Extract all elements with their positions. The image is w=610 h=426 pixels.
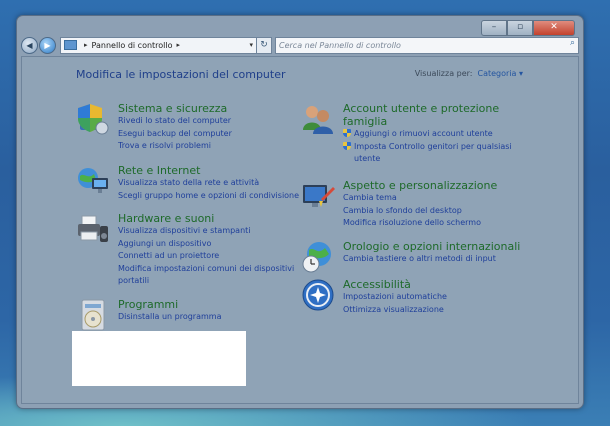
clock-globe-icon xyxy=(302,242,331,273)
link-auto-settings[interactable]: Impostazioni automatiche xyxy=(343,291,447,304)
printer-speaker-icon xyxy=(78,215,108,242)
view-by-dropdown[interactable]: Categoria ▾ xyxy=(478,69,524,78)
link-add-device[interactable]: Aggiungi un dispositivo xyxy=(118,238,294,251)
link-review-status[interactable]: Rivedi lo stato del computer xyxy=(118,115,232,128)
breadcrumb-control-panel[interactable]: Pannello di controllo xyxy=(92,41,173,50)
back-button[interactable]: ◀ xyxy=(21,36,38,54)
category-appearance: Aspetto e personalizzazione Cambia tema … xyxy=(301,179,497,230)
users-icon xyxy=(303,106,333,134)
breadcrumb-arrow-icon: ▸ xyxy=(84,41,88,49)
category-title[interactable]: Orologio e opzioni internazionali xyxy=(343,240,520,253)
page-title: Modifica le impostazioni del computer xyxy=(76,68,286,81)
navigation-bar: ◀ ▶ ▸ Pannello di controllo ▸ ▾ ↻ Cerca … xyxy=(21,36,579,54)
link-mobility-settings-cont[interactable]: portatili xyxy=(118,275,294,288)
category-title[interactable]: Sistema e sicurezza xyxy=(118,102,232,115)
refresh-button[interactable]: ↻ xyxy=(257,36,272,54)
breadcrumb-arrow-icon[interactable]: ▸ xyxy=(177,41,181,49)
link-optimize-display[interactable]: Ottimizza visualizzazione xyxy=(343,304,447,317)
link-change-theme[interactable]: Cambia tema xyxy=(343,192,497,205)
monitor-brush-icon xyxy=(303,185,335,207)
link-backup[interactable]: Esegui backup del computer xyxy=(118,128,232,141)
link-add-remove-accounts[interactable]: Aggiungi o rimuovi account utente xyxy=(343,128,512,141)
programs-highlight xyxy=(72,331,246,386)
category-network-internet: Rete e Internet Visualizza stato della r… xyxy=(76,164,299,202)
control-panel-window: – ▫ ✕ ◀ ▶ ▸ Pannello di controllo ▸ ▾ ↻ … xyxy=(16,15,584,409)
main-content: Modifica le impostazioni del computer Vi… xyxy=(21,56,579,404)
forward-button[interactable]: ▶ xyxy=(39,36,56,54)
category-hardware-sound: Hardware e suoni Visualizza dispositivi … xyxy=(76,212,294,288)
category-title[interactable]: Aspetto e personalizzazione xyxy=(343,179,497,192)
search-input[interactable]: Cerca nel Pannello di controllo ⌕ xyxy=(275,36,579,54)
link-change-background[interactable]: Cambia lo sfondo del desktop xyxy=(343,205,497,218)
link-network-status[interactable]: Visualizza stato della rete e attività xyxy=(118,177,299,190)
category-title[interactable]: Rete e Internet xyxy=(118,164,299,177)
view-by: Visualizza per: Categoria ▾ xyxy=(415,69,523,78)
category-title-cont[interactable]: famiglia xyxy=(343,115,512,128)
view-by-label: Visualizza per: xyxy=(414,69,473,78)
link-connect-projector[interactable]: Connetti ad un proiettore xyxy=(118,250,294,263)
category-title[interactable]: Account utente e protezione xyxy=(343,102,512,115)
close-button[interactable]: ✕ xyxy=(533,20,575,36)
link-screen-resolution[interactable]: Modifica risoluzione dello schermo xyxy=(343,217,497,230)
category-title[interactable]: Hardware e suoni xyxy=(118,212,294,225)
programs-disc-icon xyxy=(81,299,105,331)
category-user-accounts: Account utente e protezione famiglia Agg… xyxy=(301,102,512,166)
maximize-button[interactable]: ▫ xyxy=(507,20,533,36)
minimize-button[interactable]: – xyxy=(481,20,507,36)
category-title[interactable]: Accessibilità xyxy=(343,278,447,291)
shield-computer-icon xyxy=(78,104,109,135)
category-system-security: Sistema e sicurezza Rivedi lo stato del … xyxy=(76,102,232,153)
category-title[interactable]: Programmi xyxy=(118,298,221,311)
link-keyboards-input[interactable]: Cambia tastiere o altri metodi di input xyxy=(343,253,520,266)
link-mobility-settings[interactable]: Modifica impostazioni comuni dei disposi… xyxy=(118,263,294,276)
link-troubleshoot[interactable]: Trova e risolvi problemi xyxy=(118,140,232,153)
link-uninstall-program[interactable]: Disinstalla un programma xyxy=(118,311,221,324)
accessibility-icon xyxy=(302,279,334,311)
window-controls: – ▫ ✕ xyxy=(481,20,575,36)
category-accessibility: Accessibilità Impostazioni automatiche O… xyxy=(301,278,447,316)
link-devices-printers[interactable]: Visualizza dispositivi e stampanti xyxy=(118,225,294,238)
link-homegroup[interactable]: Scegli gruppo home e opzioni di condivis… xyxy=(118,190,299,203)
address-bar[interactable]: ▸ Pannello di controllo ▸ ▾ xyxy=(60,36,257,54)
network-globe-icon xyxy=(78,168,108,193)
control-panel-icon xyxy=(64,40,77,50)
link-parental-controls[interactable]: Imposta Controllo genitori per qualsiasi xyxy=(343,141,512,154)
search-placeholder: Cerca nel Pannello di controllo xyxy=(279,40,401,50)
chevron-down-icon[interactable]: ▾ xyxy=(249,41,253,49)
category-programs: Programmi Disinstalla un programma xyxy=(76,298,221,332)
link-parental-controls-cont[interactable]: utente xyxy=(343,153,512,166)
search-icon[interactable]: ⌕ xyxy=(570,38,575,48)
category-clock-region: Orologio e opzioni internazionali Cambia… xyxy=(301,240,520,274)
